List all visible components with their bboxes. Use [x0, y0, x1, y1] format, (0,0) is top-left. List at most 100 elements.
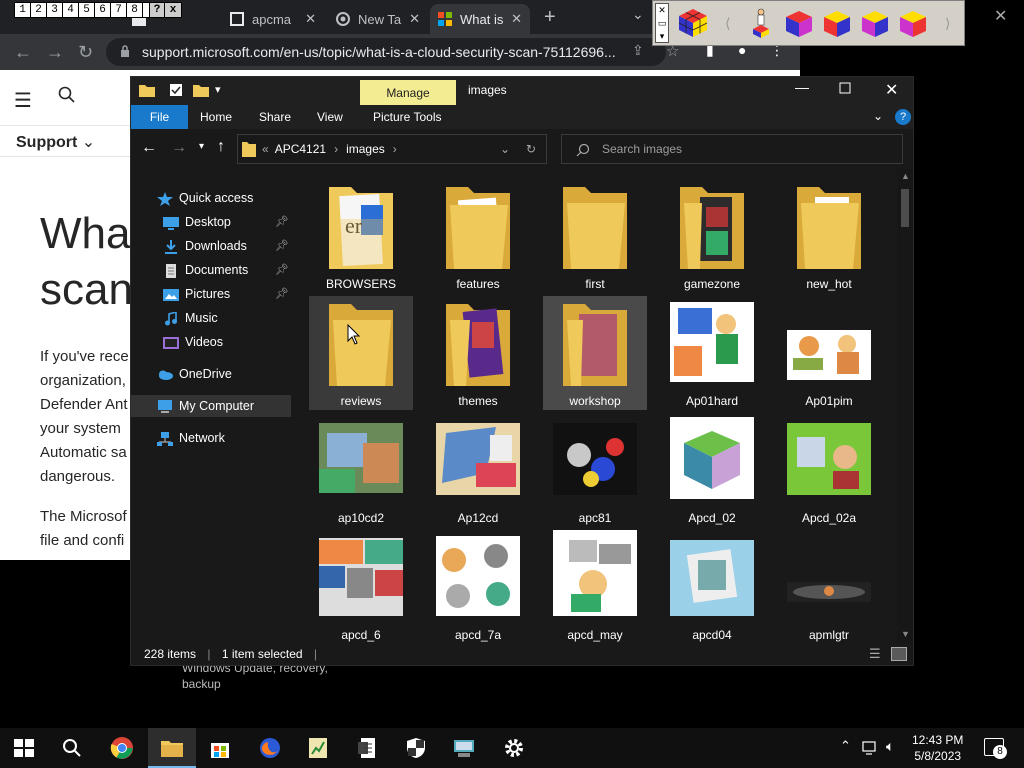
new-tab-icon[interactable]: + [544, 6, 556, 29]
address-dropdown-icon[interactable]: ⌄ [500, 142, 510, 156]
folder-item[interactable]: er BROWSERS [309, 179, 413, 293]
show-hidden-icons-chevron-icon[interactable]: ⌃ [840, 738, 851, 754]
browser-close-icon[interactable]: ✕ [994, 6, 1007, 26]
document-app-icon[interactable] [356, 736, 380, 760]
num-button-4[interactable]: 4 [63, 3, 79, 17]
nav-pictures[interactable]: Pictures 📌︎ [131, 283, 291, 305]
support-nav[interactable]: Support ⌄ [16, 132, 95, 152]
close-tab-icon[interactable]: ✕ [409, 11, 420, 27]
tab-file[interactable]: File [131, 105, 188, 129]
num-button-2[interactable]: 2 [31, 3, 47, 17]
tab-share[interactable]: Share [249, 105, 301, 129]
nav-my-computer[interactable]: My Computer [131, 395, 291, 417]
image-item[interactable]: Apcd_02 [660, 413, 764, 527]
scroll-right-icon[interactable]: ⟩ [945, 15, 950, 32]
folder-item[interactable]: new_hot [777, 179, 881, 293]
colored-cube-icon[interactable] [859, 7, 891, 39]
breadcrumb-item[interactable]: images [346, 142, 385, 156]
scroll-up-icon[interactable]: ▲ [901, 171, 910, 181]
firefox-icon[interactable] [258, 736, 282, 760]
colored-cube-icon[interactable] [897, 7, 929, 39]
large-icons-view-icon[interactable] [891, 647, 907, 661]
minimize-icon[interactable]: — [795, 79, 809, 95]
address-bar[interactable]: support.microsoft.com/en-us/topic/what-i… [106, 38, 666, 66]
back-arrow-icon[interactable]: ← [141, 139, 157, 157]
nav-music[interactable]: Music [131, 307, 291, 329]
system-tool-icon[interactable] [452, 736, 476, 760]
tab-home[interactable]: Home [190, 105, 242, 129]
nav-quick-access[interactable]: Quick access [131, 187, 291, 209]
image-item[interactable]: Ap01pim [777, 296, 881, 410]
store-icon[interactable] [208, 736, 232, 760]
rubiks-cube-icon[interactable] [677, 7, 709, 39]
details-view-icon[interactable]: ☰ [869, 643, 881, 665]
browser-tab-apcmag[interactable]: apcma ✕ [222, 4, 324, 34]
quick-access-chevron-icon[interactable]: ▾ [215, 83, 221, 96]
tab-picture-tools[interactable]: Picture Tools [363, 105, 451, 129]
manage-tab[interactable]: Manage [360, 80, 456, 105]
nav-downloads[interactable]: Downloads 📌︎ [131, 235, 291, 257]
num-button-1[interactable]: 1 [15, 3, 31, 17]
num-button-3[interactable]: 3 [47, 3, 63, 17]
volume-icon[interactable]: 🔈︎ [886, 738, 894, 755]
nav-onedrive[interactable]: OneDrive [131, 363, 291, 385]
tab-view[interactable]: View [307, 105, 353, 129]
num-button-7[interactable]: 7 [111, 3, 127, 17]
image-item[interactable]: Apcd_02a [777, 413, 881, 527]
colored-cube-icon[interactable] [821, 7, 853, 39]
close-tab-icon[interactable]: ✕ [511, 11, 522, 27]
reload-icon[interactable]: ↻ [78, 42, 93, 63]
breadcrumb-item[interactable]: APC4121 [275, 142, 326, 156]
shield-icon[interactable] [404, 736, 428, 760]
refresh-icon[interactable]: ↻ [526, 142, 536, 156]
network-status-icon[interactable] [862, 740, 880, 756]
scroll-left-icon[interactable]: ⟨ [725, 15, 730, 32]
nav-documents[interactable]: Documents 📌︎ [131, 259, 291, 281]
toolbar-controls[interactable]: ✕ ▭ ▾ [655, 3, 669, 43]
up-arrow-icon[interactable]: ↑ [217, 138, 225, 156]
folder-item[interactable]: reviews [309, 296, 413, 410]
num-button-5[interactable]: 5 [79, 3, 95, 17]
spreadsheet-icon[interactable] [306, 736, 330, 760]
scroll-thumb[interactable] [901, 189, 909, 227]
chrome-icon[interactable] [110, 736, 134, 760]
nav-videos[interactable]: Videos [131, 331, 291, 353]
help-icon[interactable]: ? [895, 109, 911, 125]
settings-gear-icon[interactable] [502, 736, 526, 760]
image-item[interactable]: ap10cd2 [309, 413, 413, 527]
forward-arrow-icon[interactable]: → [171, 139, 187, 157]
folder-item-selected[interactable]: workshop [543, 296, 647, 410]
clock[interactable]: 12:43 PM 5/8/2023 [912, 732, 963, 764]
notifications-icon[interactable]: 8 [984, 738, 1007, 759]
breadcrumb[interactable]: « APC4121 › images › ⌄ ↻ [237, 134, 547, 164]
search-icon[interactable] [58, 86, 76, 109]
back-arrow-icon[interactable]: ← [14, 42, 32, 63]
search-icon[interactable] [60, 736, 84, 760]
folder-item[interactable]: gamezone [660, 179, 764, 293]
num-button-6[interactable]: 6 [95, 3, 111, 17]
nav-network[interactable]: Network [131, 427, 291, 449]
folder-item[interactable]: features [426, 179, 530, 293]
help-button[interactable]: ? [149, 3, 165, 17]
maximize-icon[interactable] [839, 81, 851, 99]
vertical-scrollbar[interactable]: ▲ ▼ [897, 169, 913, 643]
image-item[interactable]: apc81 [543, 413, 647, 527]
close-icon[interactable]: ✕ [885, 80, 898, 100]
forward-arrow-icon[interactable]: → [46, 42, 64, 63]
new-folder-icon[interactable] [193, 83, 209, 97]
image-item[interactable]: apcd04 [660, 530, 764, 643]
hamburger-menu-icon[interactable]: ☰ [14, 88, 32, 113]
image-item[interactable]: Ap01hard [660, 296, 764, 410]
image-item[interactable]: apcd_may [543, 530, 647, 643]
close-tab-icon[interactable]: ✕ [305, 11, 316, 27]
num-button-8[interactable]: 8 [127, 3, 143, 17]
tab-search-chevron-icon[interactable]: ⌄ [632, 6, 644, 23]
scroll-down-icon[interactable]: ▼ [901, 629, 910, 639]
image-item[interactable]: apcd_7a [426, 530, 530, 643]
search-box[interactable]: Search images [561, 134, 903, 164]
windows-start-icon[interactable] [12, 736, 36, 760]
taskbar-file-explorer-active[interactable] [148, 728, 196, 768]
figure-on-cube-icon[interactable] [745, 7, 777, 39]
image-item[interactable]: Ap12cd [426, 413, 530, 527]
properties-icon[interactable] [169, 83, 183, 97]
